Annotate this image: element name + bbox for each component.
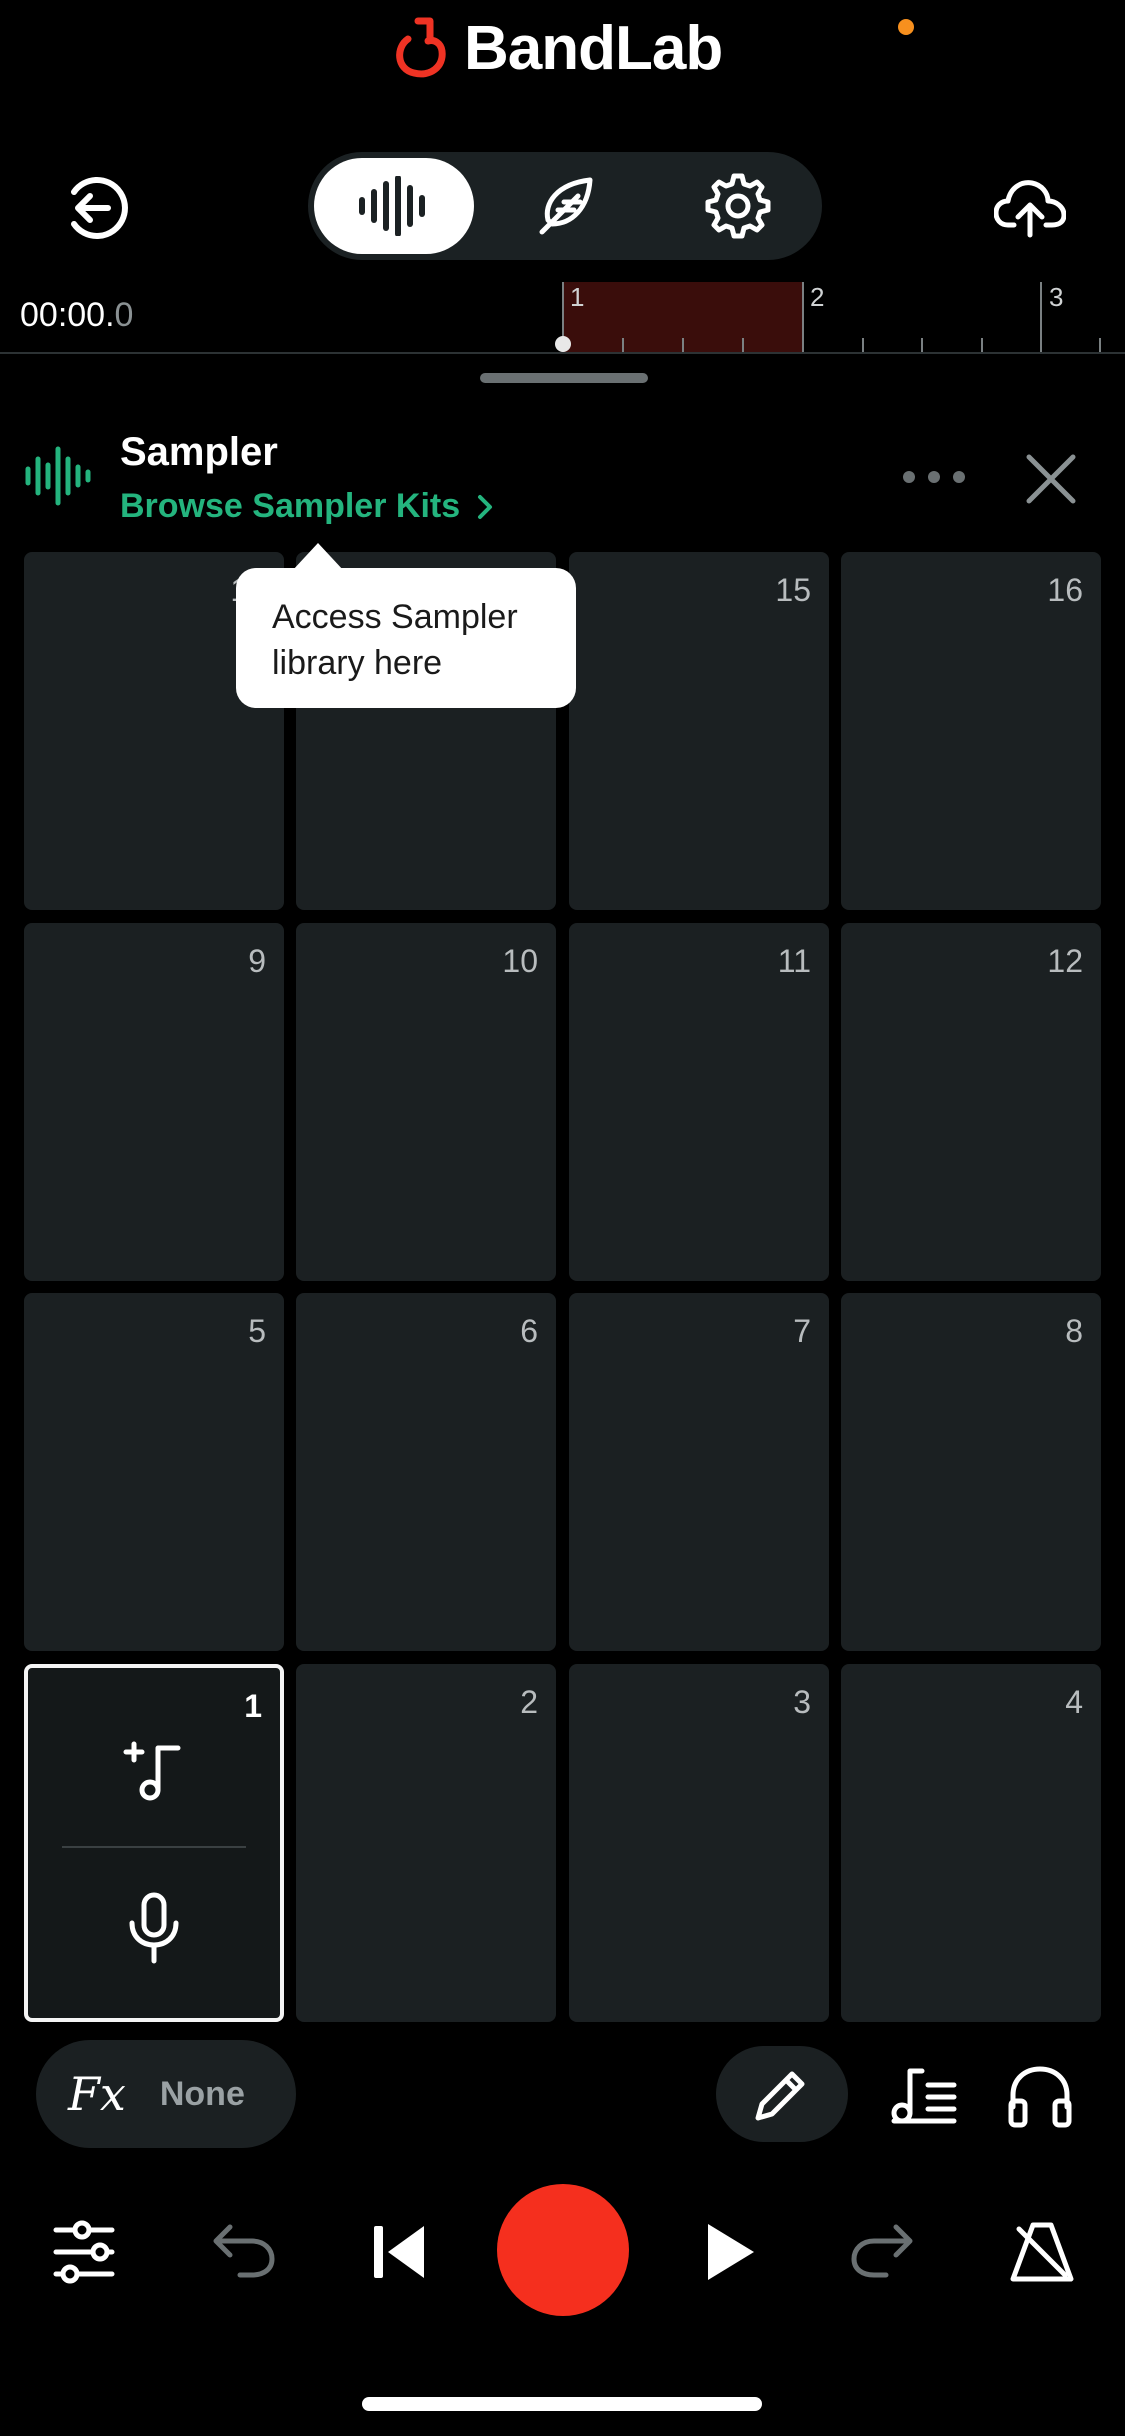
mode-waveform-button[interactable] <box>314 158 474 254</box>
pad-3[interactable]: 3 <box>569 1664 829 2022</box>
undo-button[interactable] <box>206 2216 280 2286</box>
pad-number: 9 <box>248 943 266 979</box>
bandlab-logo: BandLab <box>388 8 723 88</box>
microphone-icon <box>129 1892 179 1964</box>
pad-10[interactable]: 10 <box>296 923 556 1281</box>
app-name: BandLab <box>464 13 723 83</box>
redo-icon <box>851 2224 913 2278</box>
sliders-icon <box>53 2220 115 2284</box>
notification-dot <box>898 19 914 35</box>
playhead[interactable] <box>555 336 571 352</box>
exit-button[interactable] <box>58 170 134 246</box>
cloud-upload-icon <box>994 180 1066 238</box>
mixer-button[interactable] <box>46 2214 122 2290</box>
pad-number: 12 <box>1047 943 1083 979</box>
pad-15[interactable]: 15 <box>569 552 829 910</box>
play-button[interactable] <box>692 2214 768 2290</box>
pad-number: 16 <box>1047 572 1083 608</box>
play-icon <box>708 2224 754 2280</box>
pad-16[interactable]: 16 <box>841 552 1101 910</box>
redo-button[interactable] <box>846 2216 920 2286</box>
edit-button[interactable] <box>716 2046 848 2142</box>
home-indicator[interactable] <box>362 2397 762 2411</box>
pad-number: 8 <box>1065 1313 1083 1349</box>
undo-icon <box>213 2224 275 2278</box>
track-title: Sampler <box>120 430 278 474</box>
bar-number: 3 <box>1049 282 1064 312</box>
pad-5[interactable]: 5 <box>24 1293 284 1651</box>
drag-handle[interactable] <box>480 373 648 383</box>
pad-number: 5 <box>248 1313 266 1349</box>
pad-number: 10 <box>502 943 538 979</box>
pad-number: 11 <box>777 943 811 979</box>
gear-icon <box>705 173 771 239</box>
bandlab-logo-icon <box>396 17 446 78</box>
pad-number: 7 <box>793 1313 811 1349</box>
pad-2[interactable]: 2 <box>296 1664 556 2022</box>
metronome-button[interactable] <box>1002 2212 1082 2292</box>
bar-number: 1 <box>570 282 585 312</box>
pad-9[interactable]: 9 <box>24 923 284 1281</box>
close-icon <box>1026 454 1076 504</box>
fx-label: Fx <box>68 2067 126 2121</box>
exit-icon <box>71 176 128 239</box>
pad-divider <box>62 1846 246 1848</box>
pad-number: 15 <box>775 572 811 608</box>
notes-button[interactable] <box>884 2060 964 2130</box>
pad-8[interactable]: 8 <box>841 1293 1101 1651</box>
skip-to-start-button[interactable] <box>360 2214 436 2290</box>
headphones-icon <box>1008 2066 1072 2128</box>
fx-value: None <box>159 2074 245 2113</box>
skip-back-icon <box>374 2226 424 2278</box>
tooltip-arrow <box>292 543 344 571</box>
sampler-waveform-icon <box>25 446 91 506</box>
pad-7[interactable]: 7 <box>569 1293 829 1651</box>
feather-icon <box>539 177 593 235</box>
fx-button[interactable]: Fx None <box>36 2040 296 2148</box>
mode-feather-button[interactable] <box>486 158 646 254</box>
bar-number: 2 <box>810 282 825 312</box>
pad-1[interactable]: 1 <box>24 1664 284 2022</box>
chevron-right-icon <box>478 494 493 519</box>
pad-6[interactable]: 6 <box>296 1293 556 1651</box>
headphones-button[interactable] <box>1002 2058 1078 2134</box>
music-notes-list-icon <box>891 2068 957 2124</box>
sampler-library-tooltip[interactable]: Access Sampler library here <box>236 568 576 708</box>
browse-sampler-kits-link[interactable]: Browse Sampler Kits <box>120 487 494 526</box>
pad-4[interactable]: 4 <box>841 1664 1101 2022</box>
add-note-icon <box>123 1741 181 1801</box>
close-button[interactable] <box>1018 446 1084 512</box>
pad-number: 3 <box>793 1684 811 1720</box>
add-sample-button[interactable] <box>118 1734 190 1806</box>
pad-number: 1 <box>244 1688 262 1724</box>
pad-11[interactable]: 11 <box>569 923 829 1281</box>
mode-settings-button[interactable] <box>658 158 818 254</box>
mode-switch <box>308 152 822 260</box>
pad-number: 2 <box>520 1684 538 1720</box>
record-sample-button[interactable] <box>122 1886 186 1970</box>
waveform-icon <box>359 176 425 236</box>
pad-12[interactable]: 12 <box>841 923 1101 1281</box>
pencil-icon <box>755 2071 805 2121</box>
record-button[interactable] <box>497 2184 629 2316</box>
more-horizontal-icon <box>903 471 965 483</box>
ruler-baseline <box>0 352 1125 354</box>
pad-number: 4 <box>1065 1684 1083 1720</box>
metronome-off-icon <box>1010 2222 1074 2282</box>
pad-number: 6 <box>520 1313 538 1349</box>
upload-cloud-button[interactable] <box>990 168 1070 248</box>
browse-label: Browse Sampler Kits <box>120 487 461 525</box>
more-options-button[interactable] <box>894 462 974 492</box>
